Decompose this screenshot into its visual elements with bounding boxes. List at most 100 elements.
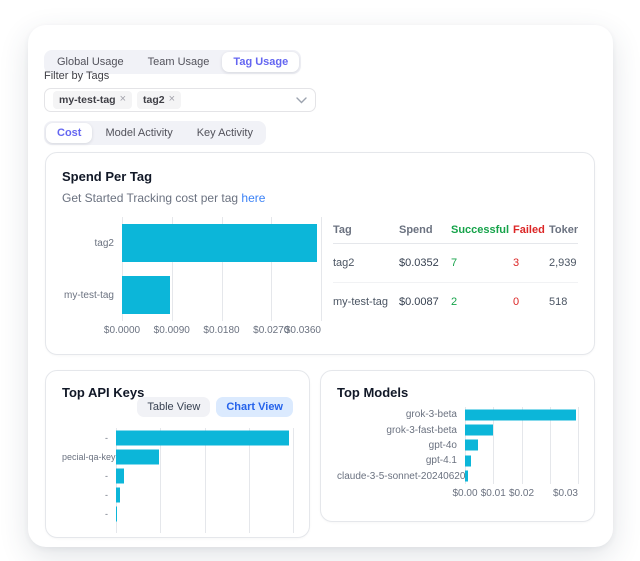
chart-bar xyxy=(116,430,289,445)
table-cell: 3 xyxy=(513,257,549,269)
chart-row: pecial-qa-key xyxy=(62,447,293,466)
chart-bar-track xyxy=(116,447,293,466)
col-header-tag: Tag xyxy=(333,224,399,236)
x-tick-label: $0.0000 xyxy=(104,325,140,336)
here-link[interactable]: here xyxy=(241,191,265,205)
chart-bar xyxy=(116,449,159,464)
chart-bar-track xyxy=(116,485,293,504)
x-tick-label: $0.01 xyxy=(481,488,506,499)
chart-row: tag2 xyxy=(62,217,321,269)
x-tick-label: $0.02 xyxy=(509,488,534,499)
table-cell: 7 xyxy=(451,257,513,269)
spend-table-body: tag2$0.0352732,939my-test-tag$0.00872051… xyxy=(333,244,578,321)
gridline xyxy=(578,407,579,484)
chart-row: my-test-tag xyxy=(62,269,321,321)
chart-view-button[interactable]: Chart View xyxy=(216,397,293,417)
col-header-successful: Successful xyxy=(451,224,513,236)
chart-category-label: - xyxy=(62,471,116,481)
x-tick-label: $0.0090 xyxy=(154,325,190,336)
chart-row: - xyxy=(62,485,293,504)
gridline xyxy=(293,428,294,533)
chart-bar xyxy=(122,276,170,314)
chevron-down-icon[interactable] xyxy=(296,97,307,104)
chip-close-icon[interactable]: × xyxy=(120,93,126,106)
chart-row: gpt-4.1 xyxy=(337,453,578,468)
chart-bar-track xyxy=(465,438,578,453)
tag-filter-chips: my-test-tag × tag2 × xyxy=(53,91,181,108)
chart-plot-area: - pecial-qa-key - - - xyxy=(62,428,293,533)
tag-chip-tag2: tag2 × xyxy=(137,91,181,108)
chart-category-label: grok-3-beta xyxy=(337,409,465,420)
chart-row: - xyxy=(62,466,293,485)
table-cell: my-test-tag xyxy=(333,296,399,308)
tab-key-activity[interactable]: Key Activity xyxy=(186,123,264,143)
tab-model-activity[interactable]: Model Activity xyxy=(94,123,183,143)
x-tick-label: $0.0180 xyxy=(203,325,239,336)
chart-bar-track xyxy=(116,466,293,485)
table-cell: $0.0087 xyxy=(399,296,451,308)
chart-row: grok-3-beta xyxy=(337,407,578,422)
tag-filter-select[interactable]: my-test-tag × tag2 × xyxy=(44,88,316,112)
chart-x-axis: $0.0000$0.0090$0.0180$0.0270$0.0360 xyxy=(122,321,321,339)
table-cell: 518 xyxy=(549,296,578,308)
chart-row: grok-3-fast-beta xyxy=(337,422,578,437)
tab-global-usage[interactable]: Global Usage xyxy=(46,52,135,72)
chart-bar xyxy=(116,468,124,483)
tab-team-usage[interactable]: Team Usage xyxy=(137,52,221,72)
table-view-button[interactable]: Table View xyxy=(137,397,210,417)
chart-category-label: pecial-qa-key xyxy=(62,452,116,462)
chart-bar-track xyxy=(116,504,293,523)
tab-cost[interactable]: Cost xyxy=(46,123,92,143)
top-models-chart: grok-3-beta grok-3-fast-beta gpt-4o gpt-4.1… xyxy=(337,407,578,500)
usage-dashboard-panel: Global UsageTeam UsageTag Usage Filter b… xyxy=(28,25,613,547)
chart-bar-track xyxy=(122,269,321,321)
spend-per-tag-card: Spend Per Tag Get Started Tracking cost … xyxy=(45,152,595,355)
chart-bar xyxy=(122,224,317,262)
table-cell: tag2 xyxy=(333,257,399,269)
col-header-spend: Spend xyxy=(399,224,451,236)
chart-bar xyxy=(116,487,120,502)
chart-category-label: - xyxy=(62,433,116,443)
chart-category-label: claude-3-5-sonnet-20240620 xyxy=(337,471,465,482)
chart-bar-track xyxy=(116,428,293,447)
tag-chip-label: tag2 xyxy=(143,94,165,107)
chart-bar xyxy=(465,471,468,482)
table-cell: $0.0352 xyxy=(399,257,451,269)
spend-card-subtitle: Get Started Tracking cost per tag here xyxy=(62,191,578,205)
x-tick-label: $0.0360 xyxy=(285,325,321,336)
chart-row: - xyxy=(62,504,293,523)
chart-row: claude-3-5-sonnet-20240620 xyxy=(337,469,578,484)
chart-category-label: my-test-tag xyxy=(62,290,122,301)
chart-x-axis: $0.00$0.01$0.02$0.03 xyxy=(465,484,578,500)
chart-bar xyxy=(465,440,478,451)
table-cell: 2 xyxy=(451,296,513,308)
chart-category-label: - xyxy=(62,490,116,500)
spend-card-title: Spend Per Tag xyxy=(62,169,578,184)
chart-bar-track xyxy=(122,217,321,269)
view-subtabs: CostModel ActivityKey Activity xyxy=(44,121,266,145)
x-tick-label: $0.03 xyxy=(553,488,578,499)
chart-category-label: - xyxy=(62,509,116,519)
tag-chip-label: my-test-tag xyxy=(59,94,116,107)
col-header-tokens: Tokens xyxy=(549,224,578,236)
chart-bar xyxy=(465,409,576,420)
chart-bar xyxy=(465,455,471,466)
view-toggle: Table View Chart View xyxy=(137,397,293,417)
spend-per-tag-chart: tag2 my-test-tag $0.0000 $0.0090 $0.0180 $0.0… xyxy=(62,217,321,339)
chart-bar-track xyxy=(465,453,578,468)
chip-close-icon[interactable]: × xyxy=(169,93,175,106)
chart-category-label: gpt-4o xyxy=(337,440,465,451)
gridline xyxy=(321,217,322,321)
top-models-card: Top Models grok-3-betagrok-3-fast-betagp… xyxy=(320,370,595,522)
subtitle-text: Get Started Tracking cost per tag xyxy=(62,191,241,205)
chart-category-label: tag2 xyxy=(62,238,122,249)
chart-bar-track xyxy=(465,469,578,484)
filter-by-tags-label: Filter by Tags xyxy=(44,70,109,82)
chart-bar-track xyxy=(465,422,578,437)
tab-tag-usage[interactable]: Tag Usage xyxy=(222,52,299,72)
chart-category-label: gpt-4.1 xyxy=(337,455,465,466)
table-cell: 2,939 xyxy=(549,257,578,269)
chart-plot-area: grok-3-beta grok-3-fast-beta gpt-4o gpt-4.1… xyxy=(337,407,578,484)
table-row: tag2$0.0352732,939 xyxy=(333,244,578,283)
spend-table: TagSpendSuccessfulFailedTokens tag2$0.03… xyxy=(333,217,578,339)
